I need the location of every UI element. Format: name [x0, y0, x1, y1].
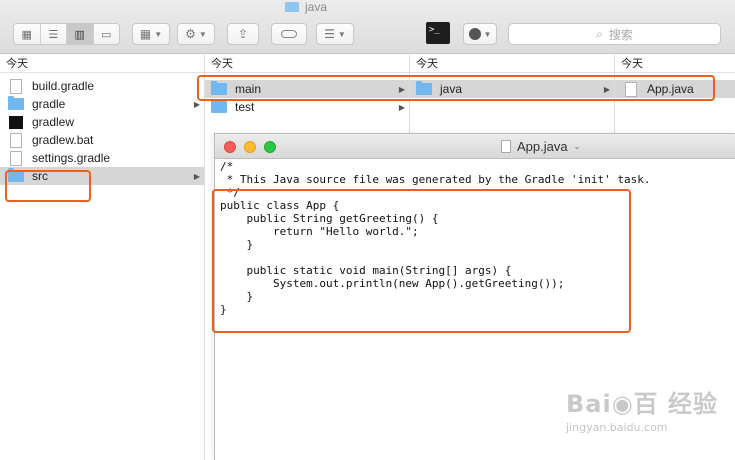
search-icon: ⌕	[596, 26, 603, 41]
list-view-icon[interactable]: ☰	[41, 24, 67, 44]
document-icon	[501, 140, 511, 153]
file-label: App.java	[647, 82, 694, 96]
window-title: java	[285, 0, 327, 14]
code-line: /*	[220, 160, 234, 173]
file-label: gradle	[32, 97, 66, 111]
file-item-gradlew[interactable]: gradlew	[0, 113, 204, 131]
textedit-titlebar: App.java ⌄	[215, 134, 735, 159]
grid-icon: ▦	[139, 27, 152, 41]
code-line: public class App {	[220, 199, 340, 212]
baidu-jingyan-logo: Bai◉百 经验	[566, 390, 719, 418]
zoom-button[interactable]	[264, 141, 276, 153]
chevron-down-icon: ▼	[483, 29, 492, 39]
document-icon	[10, 150, 22, 166]
terminal-icon[interactable]: >_	[426, 22, 450, 44]
folder-item-test[interactable]: test ▶	[205, 98, 409, 116]
document-title-label: App.java	[517, 139, 568, 154]
folder-item-gradle[interactable]: gradle ▶	[0, 95, 204, 113]
finder-toolbar: java ▦ ☰ ▥ ▭ ▦ ▼ ⚙ ▼ ⇪ ☰ ▼ >_ ▼ ⌕ 搜索	[0, 0, 735, 54]
document-icon	[625, 81, 637, 97]
folder-icon	[211, 81, 227, 95]
watermark-url: jingyan.baidu.com	[566, 421, 668, 434]
file-item-build-gradle[interactable]: build.gradle	[0, 77, 204, 95]
file-label: gradlew	[32, 115, 75, 129]
code-line: }	[220, 238, 254, 251]
document-icon	[10, 132, 22, 148]
rocket-icon	[468, 28, 481, 40]
folder-icon	[211, 99, 227, 113]
folder-icon	[285, 2, 299, 12]
code-line-text: * This Java source file was generated by…	[220, 173, 651, 186]
chevron-down-icon: ▼	[154, 29, 163, 39]
tag-icon	[281, 30, 297, 38]
chevron-right-icon: ▶	[193, 171, 200, 181]
share-icon: ⇪	[237, 27, 249, 41]
tags-button[interactable]	[271, 23, 307, 45]
file-label: settings.gradle	[32, 151, 111, 165]
code-line: return "Hello world.";	[220, 225, 419, 238]
chevron-down-icon: ⌄	[573, 142, 581, 151]
code-line: * This Java source file was generated by…	[220, 173, 735, 186]
document-icon	[10, 78, 22, 94]
file-label: test	[235, 100, 255, 114]
file-item-gradlew-bat[interactable]: gradlew.bat	[0, 131, 204, 149]
close-button[interactable]	[224, 141, 236, 153]
code-line: */	[220, 186, 240, 199]
chevron-right-icon: ▶	[398, 84, 405, 94]
chevron-down-icon: ▼	[198, 29, 207, 39]
file-label: java	[440, 82, 463, 96]
minimize-button[interactable]	[244, 141, 256, 153]
file-label: src	[32, 169, 48, 183]
list-icon: ☰	[324, 27, 335, 41]
code-line: }	[220, 290, 254, 303]
watermark: Bai◉百 经验 jingyan.baidu.com	[566, 384, 718, 434]
file-item-settings-gradle[interactable]: settings.gradle	[0, 149, 204, 167]
arrange-button[interactable]: ▦ ▼	[132, 23, 170, 45]
chevron-down-icon: ▼	[337, 29, 346, 39]
search-field[interactable]: ⌕ 搜索	[508, 23, 721, 45]
gear-icon: ⚙	[185, 27, 196, 41]
column-header: 今天	[410, 55, 614, 73]
folder-icon	[8, 96, 24, 110]
code-line: public static void main(String[] args) {	[220, 264, 512, 277]
folder-item-main[interactable]: main ▶	[205, 80, 409, 98]
column-header: 今天	[0, 55, 204, 73]
window-title-label: java	[305, 0, 328, 14]
icon-view-icon[interactable]: ▦	[14, 24, 41, 44]
code-line: public String getGreeting() {	[220, 212, 439, 225]
view-mode-switcher[interactable]: ▦ ☰ ▥ ▭	[13, 23, 120, 45]
folder-icon	[8, 168, 24, 182]
chevron-right-icon: ▶	[603, 84, 610, 94]
folder-item-java[interactable]: java ▶	[410, 80, 614, 98]
extension-button[interactable]: ▼	[463, 23, 497, 45]
code-editor[interactable]: /* * This Java source file was generated…	[215, 159, 735, 316]
folder-icon	[416, 81, 432, 95]
gallery-view-icon[interactable]: ▭	[94, 24, 120, 44]
column-header: 今天	[205, 55, 409, 73]
file-label: gradlew.bat	[32, 133, 94, 147]
document-title[interactable]: App.java ⌄	[501, 139, 580, 154]
executable-icon	[9, 115, 23, 129]
column-header: 今天	[615, 55, 735, 73]
file-label: build.gradle	[32, 79, 95, 93]
column-view-icon[interactable]: ▥	[67, 24, 94, 44]
action-button[interactable]: ⚙ ▼	[177, 23, 215, 45]
code-line: System.out.println(new App().getGreeting…	[220, 277, 565, 290]
code-line: }	[220, 303, 227, 316]
search-placeholder: 搜索	[608, 27, 633, 42]
finder-column-1: 今天 build.gradle gradle ▶ gradlew gradlew…	[0, 55, 205, 460]
chevron-right-icon: ▶	[398, 102, 405, 112]
share-button[interactable]: ⇪	[227, 23, 259, 45]
quick-actions-button[interactable]: ☰ ▼	[316, 23, 354, 45]
folder-item-src[interactable]: src ▶	[0, 167, 204, 185]
file-item-app-java[interactable]: App.java	[615, 80, 735, 98]
file-label: main	[235, 82, 262, 96]
chevron-right-icon: ▶	[193, 99, 200, 109]
